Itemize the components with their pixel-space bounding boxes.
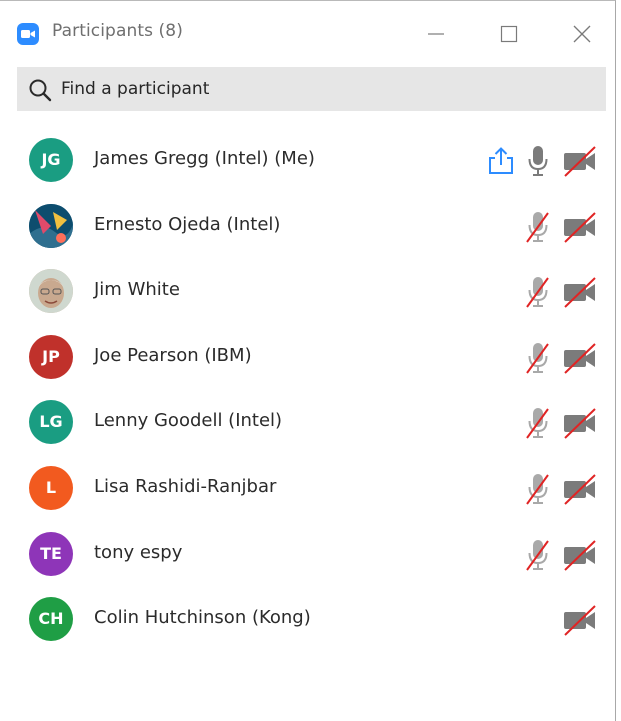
participant-row[interactable]: LG Lenny Goodell (Intel): [0, 389, 616, 455]
participant-name: Jim White: [94, 279, 180, 301]
search-placeholder: Find a participant: [61, 79, 210, 99]
video-off-icon[interactable]: [562, 144, 598, 178]
avatar: [29, 203, 73, 248]
video-off-icon[interactable]: [562, 406, 598, 440]
avatar: L: [29, 465, 73, 510]
video-off-icon[interactable]: [562, 341, 598, 375]
participant-row[interactable]: L Lisa Rashidi-Ranjbar: [0, 455, 616, 521]
maximize-button[interactable]: [494, 19, 524, 49]
participant-row[interactable]: Jim White: [0, 258, 616, 324]
title-bar: Participants (8): [0, 1, 615, 63]
participant-row[interactable]: TE tony espy: [0, 521, 616, 587]
microphone-muted-icon[interactable]: [525, 341, 551, 375]
video-off-icon[interactable]: [562, 603, 598, 637]
participant-row[interactable]: CH Colin Hutchinson (Kong): [0, 586, 616, 652]
avatar: [29, 269, 73, 314]
minimize-button[interactable]: [421, 19, 451, 49]
search-input[interactable]: Find a participant: [17, 67, 606, 111]
microphone-muted-icon[interactable]: [525, 538, 551, 572]
participant-name: tony espy: [94, 541, 183, 563]
avatar: TE: [29, 531, 73, 576]
participant-row[interactable]: Ernesto Ojeda (Intel): [0, 193, 616, 259]
video-off-icon[interactable]: [562, 538, 598, 572]
microphone-muted-icon[interactable]: [525, 472, 551, 506]
microphone-muted-icon[interactable]: [525, 275, 551, 309]
participant-list: JG James Gregg (Intel) (Me) Ernesto Ojeda …: [0, 127, 616, 652]
microphone-muted-icon[interactable]: [525, 210, 551, 244]
participant-row[interactable]: JP Joe Pearson (IBM): [0, 324, 616, 390]
participant-name: Joe Pearson (IBM): [94, 344, 252, 366]
minimize-icon: [428, 33, 444, 35]
microphone-icon[interactable]: [525, 144, 551, 178]
participant-name: Ernesto Ojeda (Intel): [94, 213, 281, 235]
microphone-muted-icon[interactable]: [525, 406, 551, 440]
video-off-icon[interactable]: [562, 472, 598, 506]
close-icon: [573, 25, 591, 43]
video-off-icon[interactable]: [562, 210, 598, 244]
video-off-icon[interactable]: [562, 275, 598, 309]
window-title: Participants (8): [52, 21, 183, 41]
avatar: JG: [29, 138, 73, 182]
participant-name: Colin Hutchinson (Kong): [94, 607, 311, 629]
participant-name: Lenny Goodell (Intel): [94, 410, 283, 432]
search-icon: [29, 79, 52, 102]
participant-name: James Gregg (Intel) (Me): [94, 148, 315, 169]
share-screen-icon[interactable]: [487, 146, 515, 176]
participant-row[interactable]: JG James Gregg (Intel) (Me): [0, 127, 616, 193]
avatar: CH: [29, 597, 73, 642]
close-button[interactable]: [567, 19, 597, 49]
maximize-icon: [500, 25, 518, 43]
participant-name: Lisa Rashidi-Ranjbar: [94, 475, 277, 497]
participants-window: Participants (8) Find a participant JG Ja…: [0, 0, 616, 721]
avatar: JP: [29, 334, 73, 379]
zoom-camera-icon: [17, 23, 39, 45]
avatar: LG: [29, 400, 73, 445]
